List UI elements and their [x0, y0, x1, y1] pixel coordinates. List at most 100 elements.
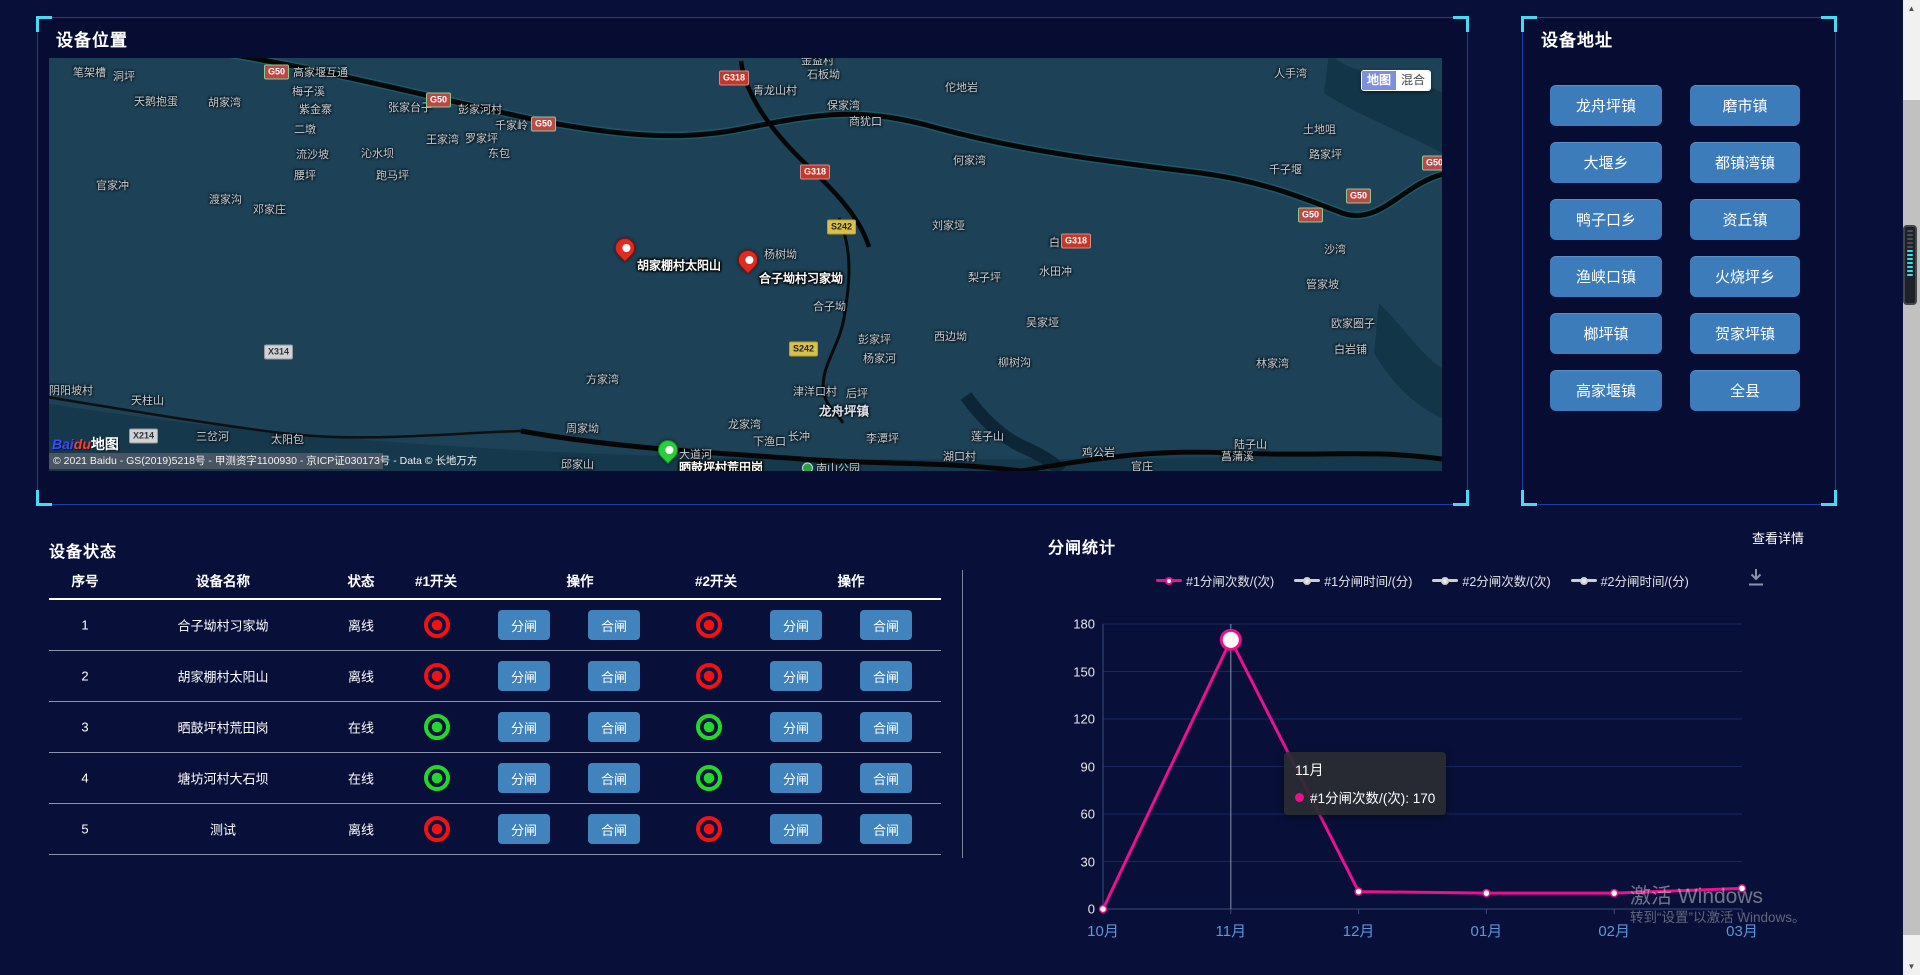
map-place-label: 笔架槽: [73, 64, 106, 80]
switch1-close-button[interactable]: 合闸: [588, 661, 640, 691]
map-place-label: 吴家垭: [1026, 314, 1059, 330]
column-header: 状态: [348, 570, 375, 590]
address-button-贺家坪镇[interactable]: 贺家坪镇: [1690, 313, 1800, 354]
address-button-都镇湾镇[interactable]: 都镇湾镇: [1690, 142, 1800, 183]
switch2-open-button[interactable]: 分闸: [770, 763, 822, 793]
device-status: 在线: [348, 769, 374, 788]
switch2-close-button[interactable]: 合闸: [860, 763, 912, 793]
address-button-全县[interactable]: 全县: [1690, 370, 1800, 411]
map-place-label: 湖口村: [943, 448, 976, 464]
legend-item[interactable]: #1分闸次数/(次): [1156, 571, 1274, 590]
map-place-label: 合子坳: [813, 298, 846, 314]
road-badge: X214: [129, 429, 158, 444]
legend-item[interactable]: #2分闸时间/(分): [1571, 571, 1689, 590]
switch1-open-button[interactable]: 分闸: [498, 661, 550, 691]
switch1-close-button[interactable]: 合闸: [588, 712, 640, 742]
map-place-label: 千家岭: [495, 117, 528, 133]
map-place-label: 天鹅抱蛋: [134, 93, 178, 109]
map-place-label: 天柱山: [131, 392, 164, 408]
chart-legend: #1分闸次数/(次) #1分闸时间/(分) #2分闸次数/(次) #2分闸时间/(分): [1156, 571, 1689, 590]
address-button-龙舟坪镇[interactable]: 龙舟坪镇: [1550, 85, 1662, 126]
map-place-label: 三岔河: [196, 428, 229, 444]
y-axis-tick-label: 120: [1073, 712, 1095, 727]
switch1-open-button[interactable]: 分闸: [498, 763, 550, 793]
map-place-label: 土地咀: [1303, 121, 1336, 137]
device-status-title: 设备状态: [49, 538, 117, 562]
switch1-close-button[interactable]: 合闸: [588, 610, 640, 640]
switch2-close-button[interactable]: 合闸: [860, 712, 912, 742]
address-button-grid: 龙舟坪镇磨市镇大堰乡都镇湾镇鸭子口乡资丘镇渔峡口镇火烧坪乡榔坪镇贺家坪镇高家堰镇…: [1550, 85, 1810, 411]
map-place-label: 东包: [488, 145, 510, 161]
switch1-close-button[interactable]: 合闸: [588, 814, 640, 844]
map-place-label: 罗家坪: [465, 130, 498, 146]
map-place-label: 下渔口: [753, 433, 786, 449]
switch2-open-button[interactable]: 分闸: [770, 814, 822, 844]
map-place-label: 刘家垭: [932, 217, 965, 233]
map-place-label: 阴阳坡村: [49, 382, 93, 398]
address-button-资丘镇[interactable]: 资丘镇: [1690, 199, 1800, 240]
scroll-up-arrow[interactable]: ▲: [1903, 0, 1920, 17]
switch1-open-button[interactable]: 分闸: [498, 712, 550, 742]
x-axis-tick-label: 10月: [1087, 920, 1119, 941]
address-button-高家堰镇[interactable]: 高家堰镇: [1550, 370, 1662, 411]
map-type-hybrid-button[interactable]: 混合: [1396, 71, 1430, 90]
map-place-label: 彭家河村: [458, 101, 502, 117]
switch1-close-button[interactable]: 合闸: [588, 763, 640, 793]
map-place-label: 紫金寨: [299, 101, 332, 117]
map-type-map-button[interactable]: 地图: [1362, 71, 1396, 90]
column-header: 操作: [838, 570, 865, 590]
device-location-title: 设备位置: [56, 26, 128, 51]
map-place-label: 洞坪: [113, 68, 135, 84]
map-place-label: 西边坳: [934, 328, 967, 344]
address-button-鸭子口乡[interactable]: 鸭子口乡: [1550, 199, 1662, 240]
y-axis-tick-label: 150: [1073, 664, 1095, 679]
map-place-label: 石板坳: [807, 66, 840, 82]
device-location-panel: 设备位置 笔架槽洞坪高家堰互通梅子溪天鹅抱蛋胡家湾紫金寨张家台子彭家河村千家岭二…: [37, 17, 1468, 505]
tooltip-value: #1分闸次数/(次): 170: [1310, 787, 1435, 807]
map-town-label: 龙舟坪镇: [819, 401, 869, 420]
tooltip-category: 11月: [1295, 760, 1435, 780]
switch2-close-button[interactable]: 合闸: [860, 814, 912, 844]
map-place-label: 商犹口: [849, 113, 882, 129]
switch2-open-button[interactable]: 分闸: [770, 610, 822, 640]
switch2-close-button[interactable]: 合闸: [860, 661, 912, 691]
map-place-label: 官家冲: [96, 177, 129, 193]
map-place-label: 沙湾: [1324, 241, 1346, 257]
x-axis-tick-label: 12月: [1343, 920, 1375, 941]
switch2-open-button[interactable]: 分闸: [770, 712, 822, 742]
address-button-火烧坪乡[interactable]: 火烧坪乡: [1690, 256, 1800, 297]
table-row: 1合子坳村习家坳离线分闸合闸分闸合闸: [49, 600, 941, 651]
road-badge: G50: [426, 93, 451, 108]
download-icon[interactable]: [1746, 567, 1766, 587]
device-marker-label: 胡家棚村太阳山: [637, 257, 721, 274]
map-place-label: 官庄: [1131, 458, 1153, 471]
scroll-down-arrow[interactable]: ▼: [1903, 958, 1920, 975]
baidu-map[interactable]: 笔架槽洞坪高家堰互通梅子溪天鹅抱蛋胡家湾紫金寨张家台子彭家河村千家岭二墩王家湾罗…: [49, 58, 1442, 471]
device-address-panel: 设备地址 龙舟坪镇磨市镇大堰乡都镇湾镇鸭子口乡资丘镇渔峡口镇火烧坪乡榔坪镇贺家坪…: [1522, 17, 1836, 505]
address-button-渔峡口镇[interactable]: 渔峡口镇: [1550, 256, 1662, 297]
device-status: 在线: [348, 718, 374, 737]
switch2-close-button[interactable]: 合闸: [860, 610, 912, 640]
address-button-磨市镇[interactable]: 磨市镇: [1690, 85, 1800, 126]
view-details-link[interactable]: 查看详情: [1752, 528, 1804, 547]
map-place-label: 千子堰: [1269, 161, 1302, 177]
x-axis-tick-label: 02月: [1598, 920, 1630, 941]
chart-tooltip: 11月 #1分闸次数/(次): 170: [1284, 752, 1446, 815]
series-dot-icon: [1295, 793, 1304, 802]
column-header: 设备名称: [196, 570, 250, 590]
map-place-label: 长冲: [788, 428, 810, 444]
switch1-indicator: [424, 816, 450, 842]
legend-item[interactable]: #2分闸次数/(次): [1432, 571, 1550, 590]
map-place-label: 何家湾: [953, 152, 986, 168]
legend-item[interactable]: #1分闸时间/(分): [1294, 571, 1412, 590]
address-button-榔坪镇[interactable]: 榔坪镇: [1550, 313, 1662, 354]
map-place-label: 邓家庄: [253, 201, 286, 217]
switch1-open-button[interactable]: 分闸: [498, 610, 550, 640]
table-row: 2胡家棚村太阳山离线分闸合闸分闸合闸: [49, 651, 941, 702]
switch2-open-button[interactable]: 分闸: [770, 661, 822, 691]
scrollbar[interactable]: ▲ ▼: [1903, 0, 1920, 975]
switch1-open-button[interactable]: 分闸: [498, 814, 550, 844]
map-place-label: 白岩铺: [1334, 341, 1367, 357]
address-button-大堰乡[interactable]: 大堰乡: [1550, 142, 1662, 183]
device-name: 晒鼓坪村荒田岗: [177, 718, 268, 737]
